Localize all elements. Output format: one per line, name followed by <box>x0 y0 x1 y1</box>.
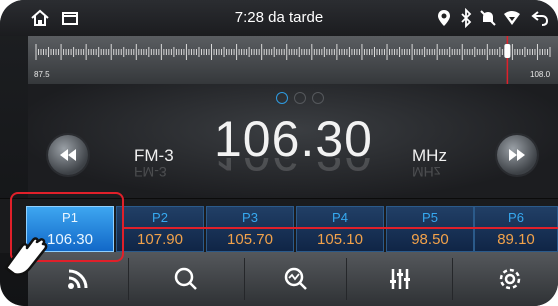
scan-icon <box>284 267 307 290</box>
settings-button[interactable] <box>462 252 558 306</box>
preset-label: P3 <box>242 210 258 225</box>
toolbar-divider <box>452 258 453 300</box>
preset-p5[interactable]: P5 98.50 <box>386 206 474 252</box>
preset-frequency: 105.10 <box>317 231 363 248</box>
bluetooth-icon <box>456 7 476 29</box>
equalizer-button[interactable] <box>352 252 448 306</box>
seek-forward-button[interactable] <box>497 135 537 175</box>
preset-p4[interactable]: P4 105.10 <box>296 206 384 252</box>
radio-stream-icon <box>68 269 88 289</box>
settings-icon <box>499 268 521 290</box>
equalizer-icon <box>390 269 410 289</box>
search-mode-icon[interactable] <box>294 92 306 104</box>
tap-hand-icon <box>0 228 48 289</box>
toolbar-divider <box>128 258 129 300</box>
scale-max-label: 108.0 <box>530 70 551 79</box>
tuning-needle-knob[interactable] <box>504 44 511 58</box>
preset-p6[interactable]: P6 89.10 <box>474 206 558 252</box>
preset-frequency: 89.10 <box>497 231 535 248</box>
scale-ticks <box>35 36 551 84</box>
mute-icon <box>478 8 498 28</box>
back-icon[interactable] <box>530 8 550 28</box>
preset-label: P6 <box>508 210 524 225</box>
scale-min-label: 87.5 <box>34 70 50 79</box>
preset-highlight-line <box>124 227 558 229</box>
frequency-scale[interactable]: 87.5 108.0 <box>28 36 558 84</box>
band-reflection: FM-3 <box>134 164 167 180</box>
scan-mode-icon[interactable] <box>312 92 324 104</box>
preset-frequency: 105.70 <box>227 231 273 248</box>
frequency-reflection: 106.30 <box>214 158 373 182</box>
preset-label: P2 <box>152 210 168 225</box>
band-label[interactable]: FM-3 <box>134 146 174 166</box>
frequency-unit: MHz <box>412 146 447 165</box>
preset-frequency: 98.50 <box>411 231 449 248</box>
search-icon <box>174 267 197 290</box>
location-icon <box>434 8 454 28</box>
preset-label: P4 <box>332 210 348 225</box>
unit-reflection: MHz <box>412 164 441 180</box>
toolbar-divider <box>346 258 347 300</box>
preset-frequency: 107.90 <box>137 231 183 248</box>
preset-p3[interactable]: P3 105.70 <box>206 206 294 252</box>
toolbar-divider <box>244 258 245 300</box>
preset-p2[interactable]: P2 107.90 <box>116 206 204 252</box>
preset-label: P5 <box>422 210 438 225</box>
signal-icon <box>502 8 522 28</box>
seek-back-button[interactable] <box>48 135 88 175</box>
status-bar: 7:28 da tarde <box>0 0 558 36</box>
scan-button[interactable] <box>248 252 344 306</box>
radio-screen: 7:28 da tarde 87.5 108.0 FM-3 FM-3 106.3… <box>0 0 558 306</box>
auto-mode-icon[interactable] <box>276 92 288 104</box>
mode-selector <box>252 92 324 106</box>
search-button[interactable] <box>138 252 234 306</box>
rewind-icon <box>60 149 76 161</box>
fast-forward-icon <box>509 149 525 161</box>
